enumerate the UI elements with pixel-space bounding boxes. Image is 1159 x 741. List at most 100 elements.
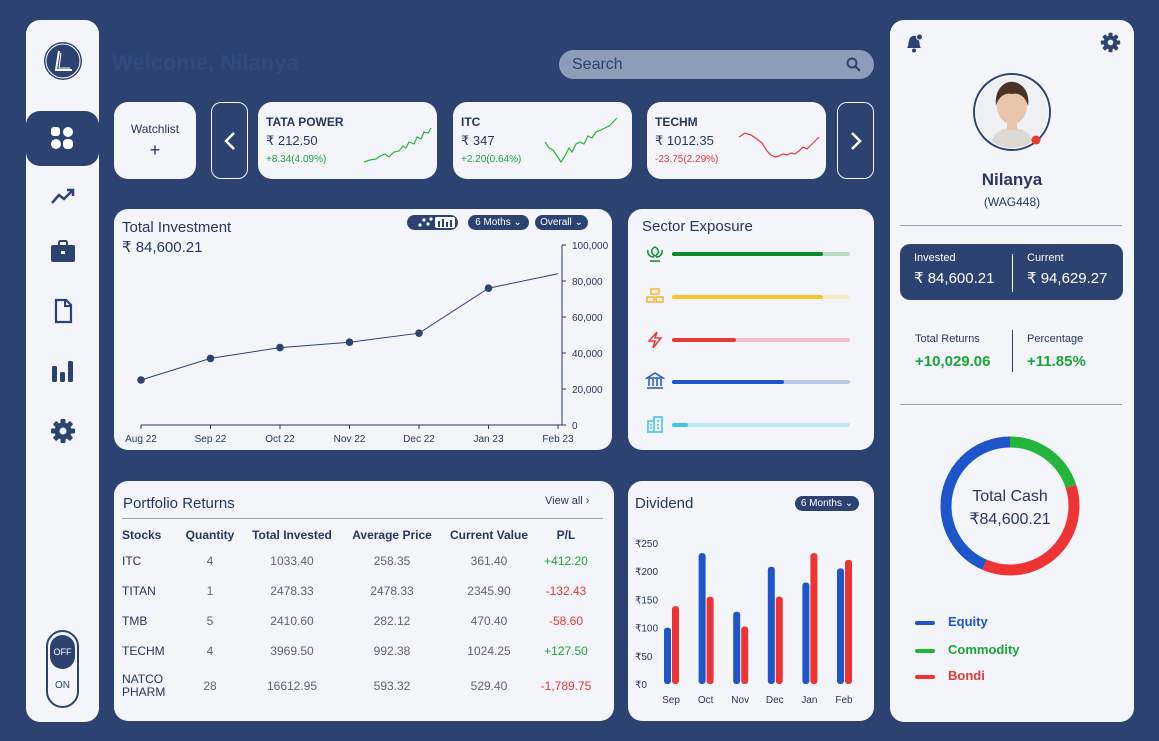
bar-red[interactable] (706, 596, 714, 684)
total-returns-label: Total Returns (915, 333, 980, 345)
cell-current: 1024.25 (467, 644, 511, 658)
commodity-icon (646, 288, 664, 303)
percentage-value: +11.85% (1027, 353, 1086, 370)
stock-name: TECHM (655, 115, 698, 129)
bar-red[interactable] (672, 606, 679, 684)
app-logo[interactable] (44, 42, 82, 80)
view-all-link[interactable]: View all › (545, 495, 589, 507)
theme-toggle[interactable]: OFF ON (46, 630, 79, 708)
divider (1012, 330, 1013, 372)
x-tick-label: Dec 22 (403, 434, 435, 445)
trending-icon[interactable] (50, 183, 76, 209)
table-row[interactable]: TMB 5 2410.60 282.12 470.40 -58.60 (122, 606, 594, 636)
bar-red[interactable] (810, 553, 818, 684)
legend-label: Equity (948, 614, 988, 629)
cell-pl: -1,789.75 (540, 679, 592, 693)
document-icon[interactable] (50, 298, 76, 324)
legend-swatch (915, 675, 935, 679)
stock-price: ₹ 212.50 (266, 133, 318, 148)
settings-icon[interactable] (50, 418, 76, 444)
x-tick-label: Jan 23 (473, 434, 503, 445)
data-point[interactable] (137, 376, 145, 384)
settings-icon[interactable] (1100, 32, 1121, 53)
table-header-row: Stocks Quantity Total Invested Average P… (122, 524, 594, 546)
watchlist-label: Watchlist (130, 122, 180, 136)
bell-icon[interactable] (903, 32, 925, 54)
legend-label: Commodity (948, 642, 1020, 657)
divider (900, 404, 1122, 405)
bar-red[interactable] (775, 596, 783, 684)
logo-icon (45, 43, 81, 79)
cell-avg: 258.35 (373, 554, 411, 568)
table-row[interactable]: TITAN 1 2478.33 2478.33 2345.90 -132.43 (122, 576, 594, 606)
bar-blue[interactable] (664, 627, 671, 684)
bar-blue[interactable] (767, 566, 775, 684)
table-row[interactable]: TECHM 4 3969.50 992.38 1024.25 +127.50 (122, 636, 594, 666)
invested-label: Invested (914, 252, 956, 264)
watchlist-next-button[interactable] (837, 102, 874, 179)
bar-blue[interactable] (837, 568, 844, 684)
cell-avg: 282.12 (373, 614, 411, 628)
cell-pl: -132.43 (545, 584, 587, 598)
stock-change: +8.34(4.09%) (266, 154, 327, 165)
bar-red[interactable] (741, 626, 749, 684)
watchlist-card-itc[interactable]: ITC ₹ 347 +2.20(0.64%) (453, 102, 632, 179)
cell-qty: 4 (206, 554, 214, 568)
x-tick-label: Oct 22 (265, 434, 295, 445)
watchlist-card-tata-power[interactable]: TATA POWER ₹ 212.50 +8.34(4.09%) (258, 102, 437, 179)
table-row[interactable]: ITC 4 1033.40 258.35 361.40 +412.20 (122, 546, 594, 576)
data-point[interactable] (345, 338, 354, 346)
y-tick-label: ₹0 (635, 680, 647, 691)
bar-blue[interactable] (698, 553, 706, 684)
cell-qty: 4 (206, 644, 214, 658)
investment-line-chart: 100,000 80,000 60,000 40,000 20,000 0 Aug 22 Se… (125, 241, 608, 445)
x-tick-label: Dec (766, 695, 784, 706)
avatar[interactable] (972, 72, 1052, 152)
returns-table: Stocks Quantity Total Invested Average P… (122, 524, 594, 706)
cell-pl: +412.20 (544, 554, 588, 568)
total-cash-label: Total Cash (972, 488, 1048, 505)
cell-current: 529.40 (470, 679, 508, 693)
invested-value: ₹ 84,600.21 (914, 270, 995, 287)
bar-blue[interactable] (733, 611, 741, 684)
legend-item-bondi: Bondi (915, 668, 985, 683)
bank-icon (645, 372, 665, 389)
stock-name: ITC (461, 115, 481, 129)
watchlist-prev-button[interactable] (211, 102, 248, 179)
sparkline (738, 132, 820, 158)
column-header: Total Invested (252, 528, 332, 542)
y-tick-label: 40,000 (572, 349, 603, 360)
x-tick-label: Feb (835, 695, 853, 706)
y-tick-label: 0 (572, 421, 578, 432)
data-point[interactable] (276, 343, 284, 352)
x-tick-label: Sep 22 (195, 434, 227, 445)
total-cash-value: ₹84,600.21 (969, 511, 1051, 528)
profile-panel: Nilanya (WAG448) Invested ₹ 84,600.21 Cu… (890, 20, 1134, 722)
search-icon[interactable] (846, 57, 861, 72)
dividend-bar-chart: ₹250 ₹200 ₹150 ₹100 ₹50 ₹0 Sep Oct Nov Dec Jan Feb (635, 539, 853, 706)
nav-dashboard[interactable] (26, 111, 99, 166)
y-tick-label: 60,000 (572, 313, 603, 324)
data-point[interactable] (484, 284, 493, 292)
briefcase-icon[interactable] (50, 238, 76, 264)
sparkline (363, 127, 432, 163)
data-point[interactable] (415, 329, 423, 337)
table-row[interactable]: NATCO PHARM 28 16612.95 593.32 529.40 -1,789.… (122, 666, 594, 706)
bar-blue[interactable] (802, 582, 810, 684)
x-tick-label: Oct (698, 695, 714, 706)
cell-stock: TECHM (122, 644, 165, 658)
watchlist-card-techm[interactable]: TECHM ₹ 1012.35 -23.75(2.29%) (647, 102, 826, 179)
data-point[interactable] (206, 354, 215, 363)
search-input[interactable]: Search (559, 50, 874, 79)
watchlist-add-button[interactable]: Watchlist + (114, 102, 196, 179)
sector-bar-track (672, 252, 850, 256)
bar-chart-icon[interactable] (50, 358, 76, 384)
stock-change: -23.75(2.29%) (655, 154, 719, 165)
x-tick-label: Nov (731, 695, 749, 706)
bar-red[interactable] (845, 559, 852, 684)
cell-avg: 992.38 (373, 644, 411, 658)
energy-icon (647, 331, 663, 349)
sector-bar-track (672, 380, 850, 384)
sector-bar-track (672, 295, 850, 299)
profile-name: Nilanya (981, 170, 1043, 189)
